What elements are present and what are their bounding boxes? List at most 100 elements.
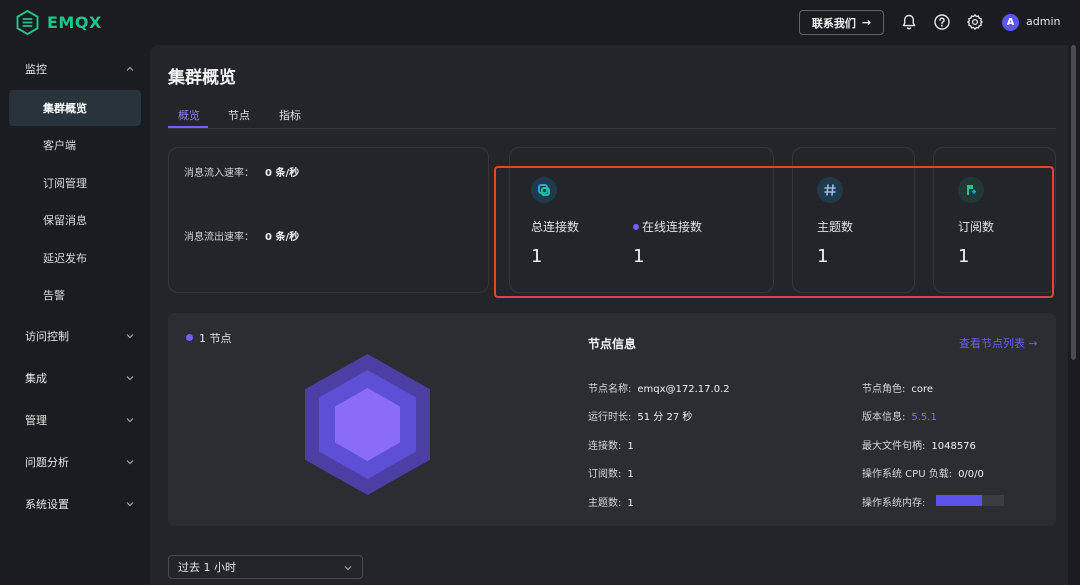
sidebar-group-label: 问题分析 bbox=[25, 454, 69, 470]
version-label: 版本信息: bbox=[862, 412, 905, 423]
cpu-load-label: 操作系统 CPU 负载: bbox=[862, 469, 952, 480]
tab-nodes[interactable]: 节点 bbox=[228, 107, 250, 123]
topics-label: 主题数 bbox=[817, 218, 853, 235]
node-info-title: 节点信息 bbox=[588, 335, 636, 352]
online-connections-text: 在线连接数 bbox=[642, 220, 702, 234]
total-connections-label: 总连接数 bbox=[531, 218, 579, 235]
chevron-up-icon bbox=[125, 64, 135, 74]
rate-out-label: 消息流出速率： bbox=[184, 228, 254, 243]
sidebar-group-access-control[interactable]: 访问控制 bbox=[0, 322, 150, 350]
tab-bar: 概览 节点 指标 bbox=[168, 100, 1056, 129]
sidebar-item-label: 客户端 bbox=[43, 137, 76, 153]
chevron-down-icon bbox=[125, 373, 135, 383]
chevron-down-icon bbox=[343, 563, 353, 573]
node-subscriptions-label: 订阅数: bbox=[588, 469, 621, 480]
bell-icon[interactable] bbox=[900, 13, 918, 31]
sidebar-group-integration[interactable]: 集成 bbox=[0, 364, 150, 392]
node-hexagon-icon[interactable] bbox=[305, 354, 430, 495]
subscriptions-label: 订阅数 bbox=[958, 218, 994, 235]
sidebar-group-diagnostics[interactable]: 问题分析 bbox=[0, 448, 150, 476]
sidebar-item-label: 保留消息 bbox=[43, 212, 87, 228]
contact-us-button[interactable]: 联系我们 → bbox=[799, 10, 884, 35]
avatar[interactable]: A bbox=[1002, 14, 1019, 31]
os-memory-label: 操作系统内存: bbox=[862, 498, 925, 509]
node-topics-row: 主题数: 1 bbox=[588, 494, 634, 509]
node-count: 1 节点 bbox=[186, 330, 232, 346]
sidebar-group-management[interactable]: 管理 bbox=[0, 406, 150, 434]
node-role-row: 节点角色:core bbox=[862, 380, 933, 395]
cpu-load-row: 操作系统 CPU 负载: 0/0/0 bbox=[862, 465, 984, 480]
max-fds-row: 最大文件句柄: 1048576 bbox=[862, 437, 976, 452]
arrow-right-icon: → bbox=[862, 16, 871, 29]
sidebar-item-delayed[interactable]: 延迟发布 bbox=[9, 240, 141, 276]
topics-card bbox=[792, 147, 915, 293]
sidebar-group-label: 集成 bbox=[25, 370, 47, 386]
top-bar: EMQX 联系我们 → A admin bbox=[0, 0, 1080, 45]
time-range-select[interactable]: 过去 1 小时 bbox=[168, 555, 363, 579]
sidebar-item-cluster-overview[interactable]: 集群概览 bbox=[9, 90, 141, 126]
tab-overview[interactable]: 概览 bbox=[178, 107, 200, 123]
sidebar-group-label: 访问控制 bbox=[25, 328, 69, 344]
online-dot-icon bbox=[633, 224, 639, 230]
rate-in-value: 0 条/秒 bbox=[265, 164, 299, 179]
node-count-label: 1 节点 bbox=[199, 330, 232, 346]
uptime-row: 运行时长: 51 分 27 秒 bbox=[588, 408, 692, 423]
sidebar-group-monitor[interactable]: 监控 bbox=[0, 55, 150, 83]
rate-out-value: 0 条/秒 bbox=[265, 228, 299, 243]
sidebar-group-label: 管理 bbox=[25, 412, 47, 428]
uptime-label: 运行时长: bbox=[588, 412, 631, 423]
chevron-down-icon bbox=[125, 331, 135, 341]
hash-icon bbox=[817, 177, 843, 203]
node-connections-value: 1 bbox=[627, 441, 633, 452]
topics-value: 1 bbox=[817, 246, 828, 267]
chevron-down-icon bbox=[125, 457, 135, 467]
logo[interactable]: EMQX bbox=[15, 10, 102, 35]
subscription-icon bbox=[958, 177, 984, 203]
sidebar-item-clients[interactable]: 客户端 bbox=[9, 127, 141, 163]
gear-icon[interactable] bbox=[966, 13, 984, 31]
emqx-logo-icon bbox=[15, 10, 40, 35]
chevron-down-icon bbox=[125, 499, 135, 509]
sidebar-group-system-settings[interactable]: 系统设置 bbox=[0, 490, 150, 518]
sidebar-item-label: 集群概览 bbox=[43, 100, 87, 116]
uptime-value: 51 分 27 秒 bbox=[637, 412, 692, 423]
node-topics-label: 主题数: bbox=[588, 498, 621, 509]
node-name-row: 节点名称: emqx@172.17.0.2 bbox=[588, 380, 730, 395]
contact-us-label: 联系我们 bbox=[812, 15, 856, 31]
version-value[interactable]: 5.5.1 bbox=[911, 412, 936, 423]
time-range-value: 过去 1 小时 bbox=[178, 559, 236, 575]
help-icon[interactable] bbox=[933, 13, 951, 31]
sidebar-group-label: 监控 bbox=[25, 61, 47, 77]
view-node-list-link[interactable]: 查看节点列表 → bbox=[959, 335, 1038, 351]
subscriptions-card bbox=[933, 147, 1056, 293]
node-dot-icon bbox=[186, 334, 193, 341]
sidebar-item-label: 告警 bbox=[43, 287, 65, 303]
chevron-down-icon bbox=[125, 415, 135, 425]
sidebar-item-label: 延迟发布 bbox=[43, 250, 87, 266]
sidebar-item-label: 订阅管理 bbox=[43, 175, 87, 191]
memory-usage-bar bbox=[936, 495, 1004, 506]
node-topics-value: 1 bbox=[627, 498, 633, 509]
connections-icon bbox=[531, 177, 557, 203]
max-fds-label: 最大文件句柄: bbox=[862, 441, 925, 452]
user-name[interactable]: admin bbox=[1026, 15, 1060, 28]
max-fds-value: 1048576 bbox=[931, 441, 976, 452]
node-name-value: emqx@172.17.0.2 bbox=[637, 384, 729, 395]
node-connections-label: 连接数: bbox=[588, 441, 621, 452]
scrollbar[interactable] bbox=[1071, 45, 1076, 360]
node-role-label: 节点角色: bbox=[862, 384, 905, 395]
memory-usage-fill bbox=[936, 495, 982, 506]
brand-name: EMQX bbox=[47, 13, 102, 32]
node-connections-row: 连接数: 1 bbox=[588, 437, 634, 452]
sidebar-item-retained[interactable]: 保留消息 bbox=[9, 202, 141, 238]
os-memory-row: 操作系统内存: bbox=[862, 494, 925, 509]
sidebar-item-subscriptions[interactable]: 订阅管理 bbox=[9, 165, 141, 201]
cpu-load-value: 0/0/0 bbox=[958, 469, 984, 480]
online-connections-label: 在线连接数 bbox=[633, 218, 702, 235]
tab-metrics[interactable]: 指标 bbox=[279, 107, 301, 123]
page-title: 集群概览 bbox=[168, 63, 236, 88]
sidebar-item-alarms[interactable]: 告警 bbox=[9, 277, 141, 313]
node-name-label: 节点名称: bbox=[588, 384, 631, 395]
rate-in-label: 消息流入速率： bbox=[184, 164, 254, 179]
online-connections-value: 1 bbox=[633, 246, 644, 267]
